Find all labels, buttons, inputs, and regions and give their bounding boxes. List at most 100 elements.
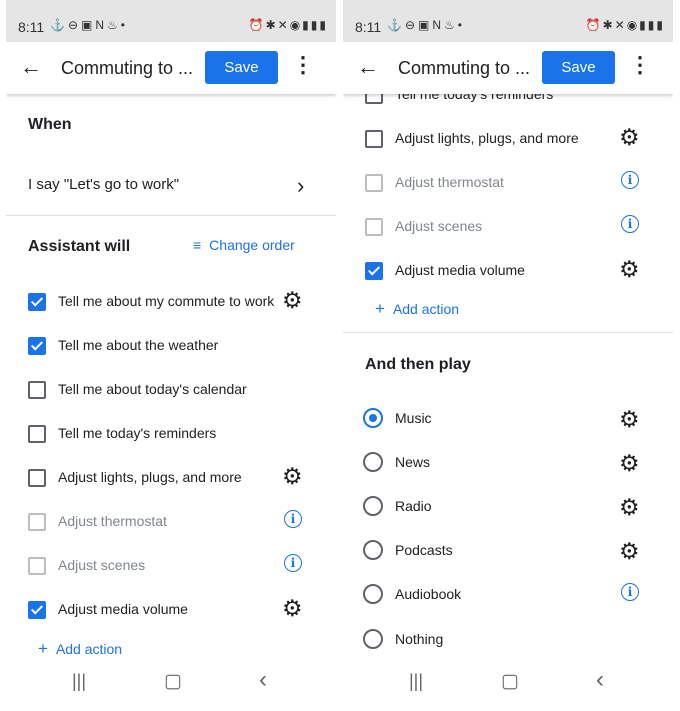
routine-content: Tell me today's reminders Adjust lights,… — [343, 94, 673, 659]
media-label: Music — [395, 410, 432, 426]
action-item[interactable]: Adjust lights, plugs, and more ⚙ — [6, 463, 336, 493]
media-option[interactable]: News ⚙ — [343, 450, 673, 480]
action-label: Tell me about my commute to work — [58, 293, 275, 309]
trigger-row[interactable]: I say "Let's go to work" › — [6, 171, 336, 207]
when-heading: When — [28, 116, 72, 133]
action-item[interactable]: Tell me today's reminders — [343, 94, 673, 110]
checkbox[interactable] — [365, 94, 383, 104]
checkbox — [365, 174, 383, 192]
media-option[interactable]: Nothing — [343, 627, 673, 657]
gear-icon[interactable]: ⚙ — [282, 595, 303, 621]
action-item[interactable]: Adjust media volume ⚙ — [6, 595, 336, 625]
info-icon[interactable]: i — [621, 215, 639, 233]
action-item: Adjust scenes i — [6, 551, 336, 581]
media-option[interactable]: Music ⚙ — [343, 406, 673, 436]
divider — [343, 332, 673, 333]
checkbox — [28, 513, 46, 531]
back-arrow-icon[interactable]: ← — [20, 56, 42, 78]
media-label: Radio — [395, 498, 432, 514]
recent-apps-icon[interactable]: ||| — [72, 671, 86, 692]
action-item[interactable]: Tell me about the weather — [6, 331, 336, 361]
status-time: 8:11 — [18, 19, 45, 35]
trigger-phrase: I say "Let's go to work" — [28, 176, 180, 193]
gear-icon[interactable]: ⚙ — [619, 538, 640, 564]
media-option[interactable]: Radio ⚙ — [343, 494, 673, 524]
media-option[interactable]: Audiobook i — [343, 582, 673, 612]
action-label: Tell me today's reminders — [58, 425, 217, 441]
radio-button[interactable] — [363, 452, 383, 472]
back-nav-icon[interactable]: ‹ — [596, 666, 604, 694]
checkbox[interactable] — [28, 469, 46, 487]
gear-icon[interactable]: ⚙ — [619, 124, 640, 150]
routine-title: Commuting to ... — [398, 58, 531, 78]
gear-icon[interactable]: ⚙ — [619, 256, 640, 282]
checkbox[interactable] — [365, 130, 383, 148]
radio-button[interactable] — [363, 408, 383, 428]
gear-icon[interactable]: ⚙ — [619, 406, 640, 432]
checkbox — [365, 218, 383, 236]
checkbox[interactable] — [365, 262, 383, 280]
app-bar: ← Commuting to ... Save ⋮ — [343, 42, 673, 94]
gear-icon[interactable]: ⚙ — [619, 494, 640, 520]
action-item[interactable]: Adjust lights, plugs, and more ⚙ — [343, 124, 673, 154]
info-icon[interactable]: i — [621, 583, 639, 601]
add-action-button[interactable]: + Add action — [38, 639, 122, 659]
home-icon[interactable]: ▢ — [164, 670, 182, 693]
navigation-bar: ||| ▢ ‹ — [343, 659, 673, 711]
back-nav-icon[interactable]: ‹ — [259, 666, 267, 694]
checkbox[interactable] — [28, 381, 46, 399]
radio-button[interactable] — [363, 629, 383, 649]
radio-button[interactable] — [363, 540, 383, 560]
navigation-bar: ||| ▢ ‹ — [6, 659, 336, 711]
routine-content: When I say "Let's go to work" › Assistan… — [6, 94, 336, 659]
action-label: Adjust media volume — [395, 262, 525, 278]
checkbox[interactable] — [28, 425, 46, 443]
action-item[interactable]: Tell me about today's calendar — [6, 375, 336, 405]
gear-icon[interactable]: ⚙ — [282, 463, 303, 489]
app-bar: ← Commuting to ... Save ⋮ — [6, 42, 336, 94]
change-order-button[interactable]: ≡ Change order — [193, 237, 295, 253]
info-icon[interactable]: i — [284, 554, 302, 572]
action-item[interactable]: Adjust media volume ⚙ — [343, 256, 673, 286]
action-item: Adjust thermostat i — [343, 168, 673, 198]
save-button[interactable]: Save — [205, 51, 278, 84]
radio-button[interactable] — [363, 584, 383, 604]
action-item: Adjust scenes i — [343, 212, 673, 242]
left-screen: 8:11 ⚓⊖▣N♨• ⏰✱✕◉▮▮▮ ← Commuting to ... S… — [6, 0, 336, 711]
radio-button[interactable] — [363, 496, 383, 516]
media-label: News — [395, 454, 431, 470]
action-label: Adjust media volume — [58, 601, 188, 617]
info-icon[interactable]: i — [621, 171, 639, 189]
reorder-icon: ≡ — [193, 237, 202, 253]
checkbox[interactable] — [28, 601, 46, 619]
routine-title: Commuting to ... — [61, 58, 194, 78]
change-order-label: Change order — [209, 237, 295, 253]
gear-icon[interactable]: ⚙ — [282, 287, 303, 313]
action-item[interactable]: Tell me about my commute to work ⚙ — [6, 287, 336, 317]
gear-icon[interactable]: ⚙ — [619, 450, 640, 476]
system-icons: ⏰✱✕◉▮▮▮ — [585, 18, 665, 32]
media-label: Nothing — [395, 631, 444, 647]
recent-apps-icon[interactable]: ||| — [409, 671, 423, 692]
status-time: 8:11 — [355, 19, 382, 35]
system-icons: ⏰✱✕◉▮▮▮ — [248, 18, 328, 32]
more-options-icon[interactable]: ⋮ — [629, 54, 651, 76]
home-icon[interactable]: ▢ — [501, 670, 519, 693]
action-label: Tell me today's reminders — [395, 94, 554, 102]
info-icon[interactable]: i — [284, 510, 302, 528]
add-action-button[interactable]: + Add action — [375, 299, 459, 319]
media-option[interactable]: Podcasts ⚙ — [343, 538, 673, 568]
action-item[interactable]: Tell me today's reminders — [6, 419, 336, 449]
checkbox[interactable] — [28, 337, 46, 355]
action-item: Adjust thermostat i — [6, 507, 336, 537]
more-options-icon[interactable]: ⋮ — [292, 54, 314, 76]
action-label: Adjust lights, plugs, and more — [58, 469, 242, 485]
checkbox — [28, 557, 46, 575]
checkbox[interactable] — [28, 293, 46, 311]
action-label: Adjust lights, plugs, and more — [395, 130, 579, 146]
save-button[interactable]: Save — [542, 51, 615, 84]
back-arrow-icon[interactable]: ← — [357, 56, 379, 78]
add-action-label: Add action — [55, 641, 123, 657]
notification-icons: ⚓⊖▣N♨• — [50, 18, 128, 32]
divider — [6, 215, 336, 216]
